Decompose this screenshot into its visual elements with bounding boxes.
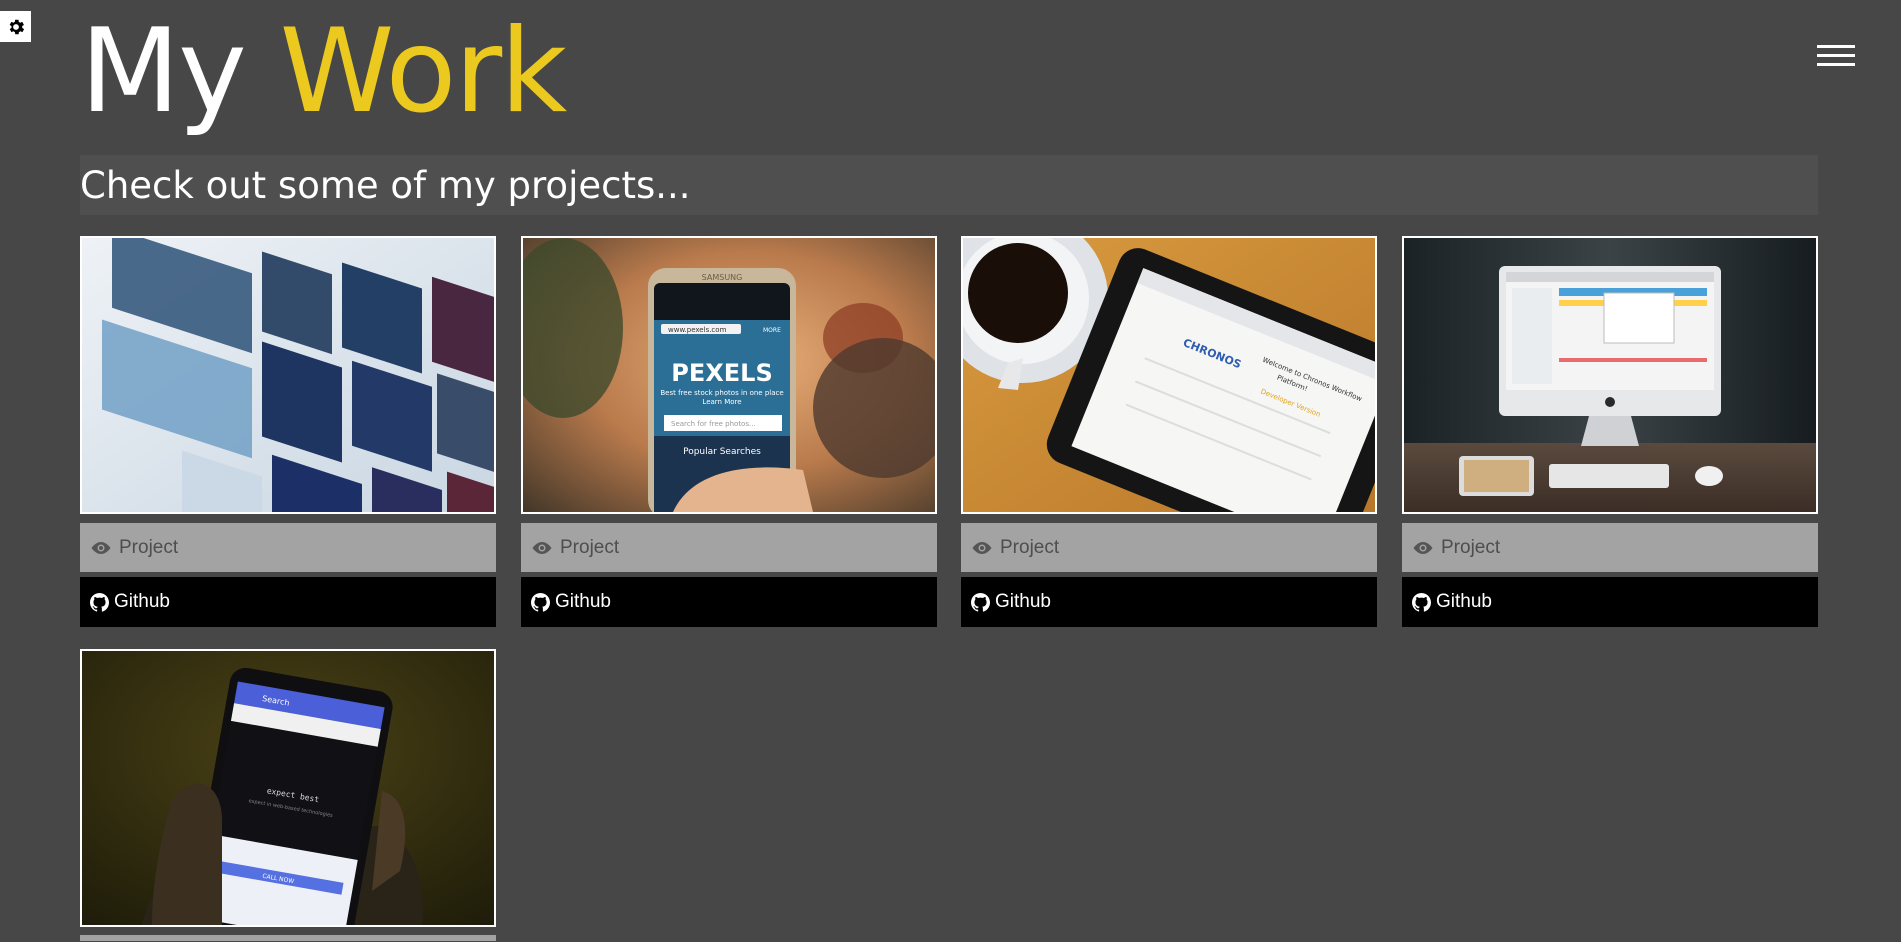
phone-tagline-text: Best free stock photos in one place — [660, 389, 783, 397]
project-card: Search expect best expect in web-based t… — [80, 649, 496, 941]
project-card: Project Github — [80, 236, 496, 627]
phone-brand-text: SAMSUNG — [702, 273, 743, 282]
imac-desk-setup-photo[interactable] — [1402, 236, 1818, 514]
page-title-work: Work — [279, 4, 568, 139]
view-project-button[interactable]: Project — [80, 523, 496, 572]
phone-url-text: www.pexels.com — [668, 326, 727, 334]
github-link[interactable]: Github — [1402, 577, 1818, 627]
settings-button[interactable] — [0, 11, 31, 42]
project-label: Project — [560, 536, 620, 558]
phone-pexels-website-photo[interactable]: SAMSUNG www.pexels.com MORE PEXELS Best … — [521, 236, 937, 514]
phone-popular-text: Popular Searches — [683, 447, 761, 457]
project-card: SAMSUNG www.pexels.com MORE PEXELS Best … — [521, 236, 937, 627]
view-project-button[interactable]: Project — [1402, 523, 1818, 572]
intro-text: Check out some of my projects... — [80, 164, 691, 207]
streaming-app-tiles-photo[interactable] — [80, 236, 496, 514]
eye-icon — [90, 541, 112, 555]
phone-in-hand-dark-photo[interactable]: Search expect best expect in web-based t… — [80, 649, 496, 927]
github-icon — [971, 592, 990, 612]
phone-search-text: Search for free photos... — [671, 420, 756, 428]
project-card: Project Github — [1402, 236, 1818, 627]
hamburger-menu-icon[interactable] — [1817, 43, 1855, 71]
project-label: Project — [1000, 536, 1060, 558]
project-card: CHRONOS Welcome to Chronos Workflow Plat… — [961, 236, 1377, 627]
gear-icon — [9, 19, 24, 34]
portfolio-page: My Work Check out some of my projects... — [0, 0, 1901, 942]
github-link[interactable]: Github — [521, 577, 937, 627]
menu-line — [1817, 45, 1855, 48]
github-label: Github — [1436, 591, 1492, 612]
github-link[interactable]: Github — [80, 577, 496, 627]
page-title-my: My — [80, 4, 247, 139]
project-label: Project — [1441, 536, 1501, 558]
view-project-button[interactable]: Project — [521, 523, 937, 572]
menu-line — [1817, 54, 1855, 57]
github-icon — [1412, 592, 1431, 612]
github-icon — [90, 592, 109, 612]
github-icon — [531, 592, 550, 612]
phone-logo-text: PEXELS — [671, 359, 772, 387]
tablet-and-coffee-photo[interactable]: CHRONOS Welcome to Chronos Workflow Plat… — [961, 236, 1377, 514]
github-label: Github — [114, 591, 170, 612]
eye-icon — [531, 541, 553, 555]
phone-more-text: MORE — [763, 327, 781, 334]
menu-line — [1817, 63, 1855, 66]
eye-icon — [971, 541, 993, 555]
github-label: Github — [995, 591, 1051, 612]
github-link[interactable]: Github — [961, 577, 1377, 627]
page-title: My Work — [80, 2, 568, 142]
view-project-button[interactable] — [80, 935, 496, 941]
phone-learn-text: Learn More — [702, 398, 741, 406]
project-label: Project — [119, 536, 179, 558]
github-label: Github — [555, 591, 611, 612]
eye-icon — [1412, 541, 1434, 555]
view-project-button[interactable]: Project — [961, 523, 1377, 572]
